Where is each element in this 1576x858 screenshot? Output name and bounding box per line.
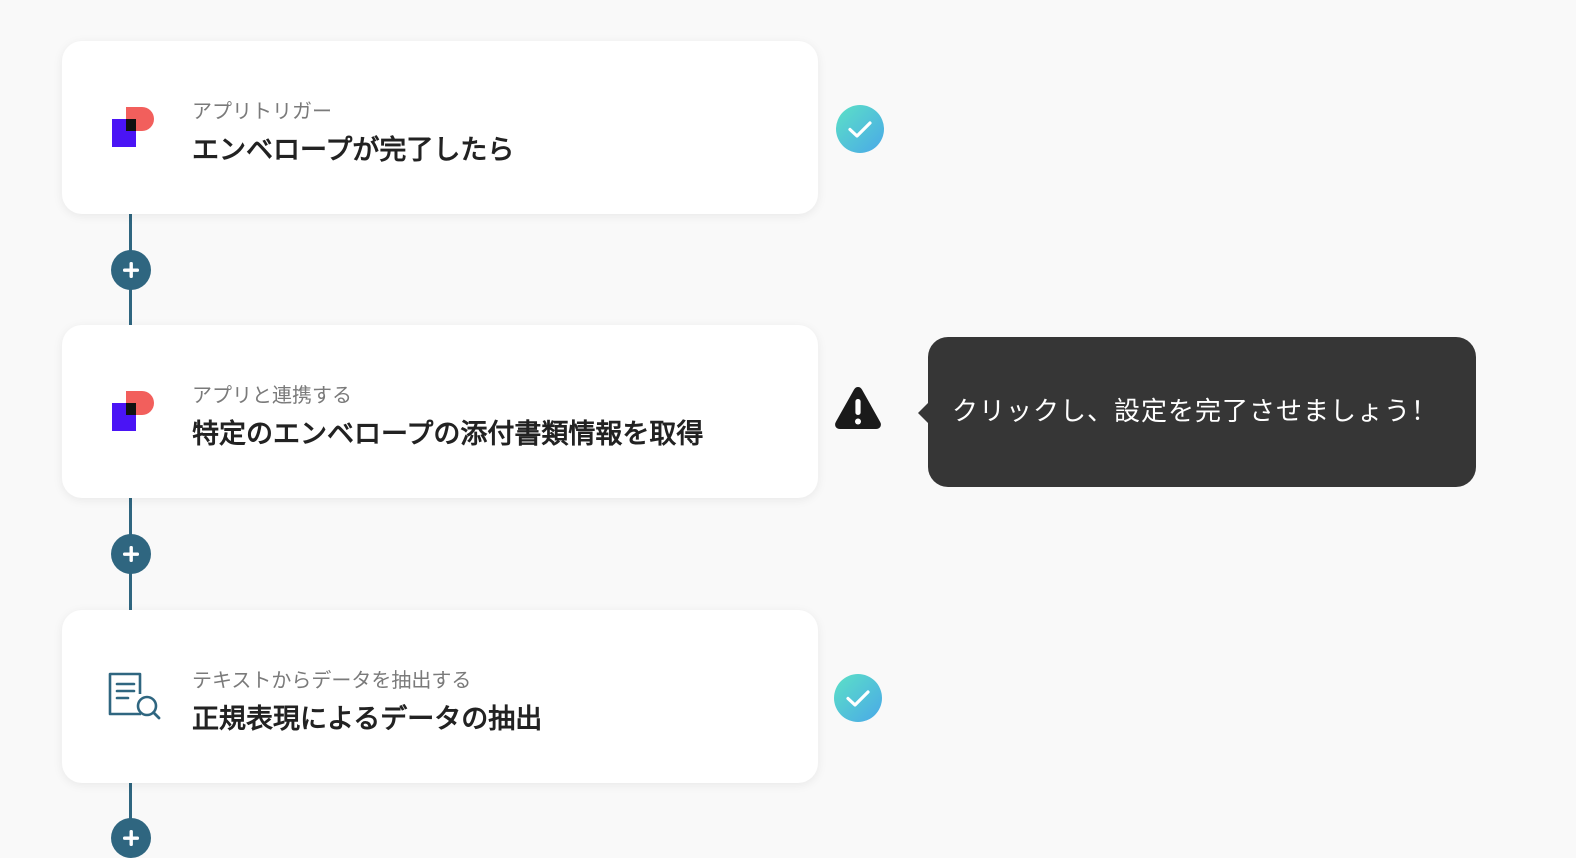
step-type-label: アプリと連携する [192,383,352,407]
document-search-icon [106,670,162,726]
flow-step-card-extract[interactable]: テキストからデータを抽出する 正規表現によるデータの抽出 [62,610,818,783]
step-title: 正規表現によるデータの抽出 [192,704,543,735]
check-complete-icon [835,104,885,154]
step-title: エンベロープが完了したら [192,135,515,166]
step-type-label: アプリトリガー [192,99,332,123]
flow-step-card-action[interactable]: アプリと連携する 特定のエンベロープの添付書類情報を取得 [62,325,818,498]
plus-icon [123,830,139,846]
tooltip-text: クリックし、設定を完了させましょう！ [952,397,1439,427]
flow-step-card-trigger[interactable]: アプリトリガー エンベロープが完了したら [62,41,818,214]
warning-icon [833,384,883,434]
plus-icon [123,546,139,562]
docusign-app-icon [106,385,162,441]
plus-icon [123,262,139,278]
docusign-app-icon [106,101,162,157]
step-type-label: テキストからデータを抽出する [192,668,472,692]
add-step-button[interactable] [111,250,151,290]
step-title: 特定のエンベロープの添付書類情報を取得 [192,419,704,450]
check-complete-icon [833,673,883,723]
setup-hint-tooltip: クリックし、設定を完了させましょう！ [918,337,1476,487]
add-step-button[interactable] [111,534,151,574]
add-step-button[interactable] [111,818,151,858]
